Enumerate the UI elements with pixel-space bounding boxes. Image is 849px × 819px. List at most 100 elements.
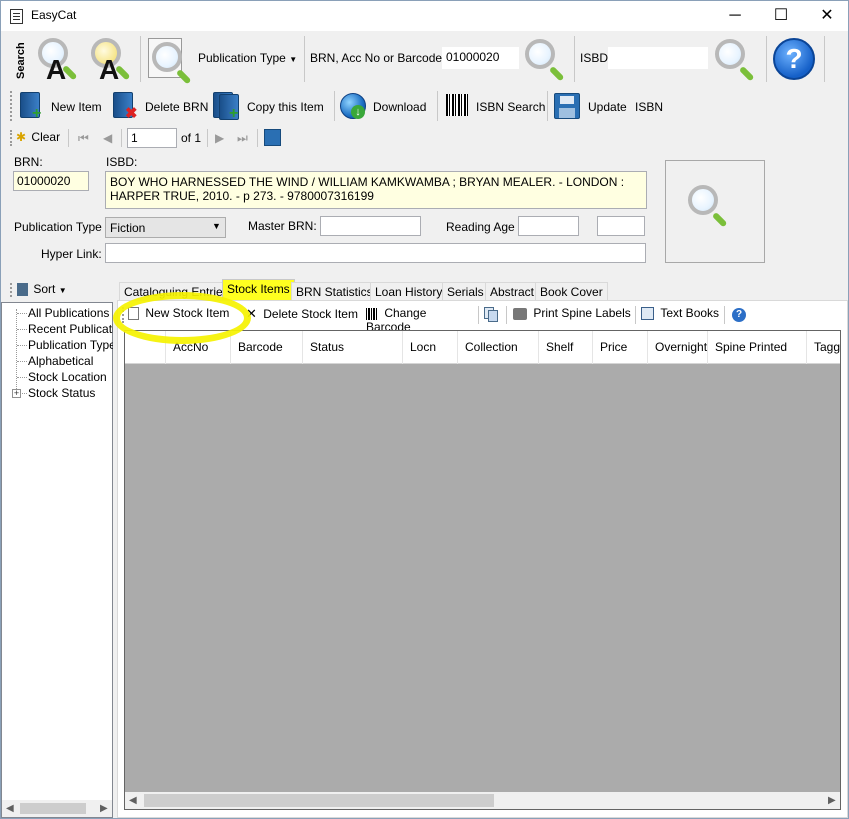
brn-search-icon[interactable] (523, 37, 569, 83)
column-header-price[interactable]: Price (593, 331, 648, 364)
download-label: Download (373, 100, 427, 114)
isbn-search-button[interactable]: ISBN Search (444, 90, 546, 122)
search-by-author-icon[interactable]: A (89, 36, 133, 85)
delete-brn-button[interactable]: ✖ Delete BRN (111, 90, 208, 122)
previous-record-icon[interactable]: ◀ (103, 131, 112, 145)
isbd-search-label: ISBD (580, 51, 609, 65)
toolbar-separator (824, 36, 825, 82)
next-record-icon[interactable]: ▶ (215, 131, 224, 145)
search-vertical-label: Search (15, 42, 27, 79)
master-brn-label: Master BRN: (248, 219, 317, 233)
letter-a-icon: A (46, 54, 67, 85)
record-position-input[interactable]: 1 (127, 128, 177, 148)
download-button[interactable]: ↓ Download (339, 90, 433, 122)
tab-loan-history[interactable]: Loan History (370, 282, 448, 300)
publication-type-select[interactable]: Fiction ▼ (105, 217, 226, 238)
column-header-locn[interactable]: Locn (403, 331, 458, 364)
tree-item-publication-types[interactable]: Publication Types (28, 338, 113, 352)
search-by-title-icon[interactable]: A (36, 36, 80, 85)
save-icon[interactable] (264, 129, 281, 146)
column-header-overnight[interactable]: Overnight (648, 331, 708, 364)
scroll-thumb[interactable] (20, 803, 86, 814)
sort-icon (17, 283, 28, 297)
expand-stock-status-icon[interactable]: + (12, 389, 21, 398)
tree-item-stock-location[interactable]: Stock Location (28, 370, 107, 384)
search-page-icon[interactable] (146, 36, 192, 85)
toolbar-separator (437, 91, 438, 121)
update-button[interactable]: Update (553, 90, 633, 122)
tree-item-alphabetical[interactable]: Alphabetical (28, 354, 93, 368)
brn-search-input[interactable]: 01000020 (442, 47, 519, 69)
tree-horizontal-scrollbar[interactable]: ◀ ▶ (2, 800, 112, 817)
letter-a-icon: A (99, 54, 120, 85)
maximize-button[interactable]: ☐ (758, 1, 804, 31)
grid-horizontal-scrollbar[interactable]: ◀ ▶ (125, 792, 840, 809)
column-header-select[interactable] (125, 331, 166, 364)
print-spine-labels-button[interactable]: Print Spine Labels (513, 306, 631, 324)
clear-label: Clear (31, 130, 61, 144)
delete-stock-item-button[interactable]: ✕ Delete Stock Item (246, 306, 358, 324)
toolbar-separator (724, 306, 725, 324)
column-header-accno[interactable]: AccNo (166, 331, 231, 364)
first-record-icon[interactable]: ⏮ (78, 131, 89, 146)
search-toolbar: Search A A Publication Type ▼ BRN, Acc N… (1, 31, 848, 85)
scroll-thumb[interactable] (144, 794, 494, 807)
copy-icon[interactable] (484, 307, 500, 323)
scroll-left-icon[interactable]: ◀ (6, 803, 14, 814)
column-header-spine-printed[interactable]: Spine Printed (708, 331, 807, 364)
book-cover-preview[interactable] (665, 160, 765, 263)
tab-brn-statistics[interactable]: BRN Statistics (291, 282, 378, 300)
publication-type-value: Fiction (110, 221, 146, 235)
tab-stock-items[interactable]: Stock Items (222, 279, 295, 300)
main-toolbar: + New Item ✖ Delete BRN + Copy this Item… (1, 86, 848, 126)
scroll-right-icon[interactable]: ▶ (100, 803, 108, 814)
stock-items-grid[interactable]: AccNo Barcode Status Locn Collection She… (124, 330, 841, 810)
text-books-label: Text Books (660, 306, 720, 320)
new-stock-item-label: New Stock Item (145, 306, 230, 320)
tree-item-stock-status[interactable]: Stock Status (28, 386, 95, 400)
save-disk-icon (553, 92, 580, 120)
publication-type-field-label: Publication Type (14, 220, 102, 234)
copy-item-label: Copy this Item (247, 100, 324, 114)
text-books-button[interactable]: Text Books (641, 306, 721, 324)
change-barcode-button[interactable]: Change Barcode (366, 306, 474, 334)
column-header-shelf[interactable]: Shelf (539, 331, 593, 364)
close-button[interactable]: ✕ (804, 1, 849, 31)
tab-cataloguing-entries[interactable]: Cataloguing Entries (119, 282, 234, 300)
scroll-right-icon[interactable]: ▶ (828, 795, 836, 806)
reading-age-from-input[interactable] (518, 216, 579, 236)
stock-help-icon[interactable]: ? (732, 308, 746, 322)
sort-dropdown[interactable]: Sort ▼ (17, 282, 72, 298)
tree-item-recent-publications[interactable]: Recent Publications (28, 322, 113, 336)
copy-book-icon: + (211, 92, 239, 122)
column-header-barcode[interactable]: Barcode (231, 331, 303, 364)
help-icon[interactable]: ? (773, 38, 815, 80)
isbd-search-icon[interactable] (713, 37, 759, 83)
reading-age-to-input[interactable] (597, 216, 645, 236)
new-item-button[interactable]: + New Item (18, 90, 108, 122)
tab-serials[interactable]: Serials (442, 282, 489, 300)
column-header-collection[interactable]: Collection (458, 331, 539, 364)
navigation-toolbar: ✱ Clear ⏮ ◀ 1 of 1 ▶ ⏭ (1, 126, 848, 150)
tab-abstract[interactable]: Abstract (485, 282, 540, 300)
app-window: EasyCat ─ ☐ ✕ Search A A Publication Typ… (0, 0, 849, 819)
last-record-icon[interactable]: ⏭ (237, 131, 248, 146)
master-brn-input[interactable] (320, 216, 421, 236)
scroll-left-icon[interactable]: ◀ (129, 795, 137, 806)
tree-connector (17, 313, 27, 314)
column-header-tagged[interactable]: Tagged (807, 331, 840, 364)
isbd-field[interactable]: BOY WHO HARNESSED THE WIND / WILLIAM KAM… (105, 171, 647, 209)
new-stock-item-button[interactable]: New Stock Item (128, 306, 240, 324)
column-header-status[interactable]: Status (303, 331, 403, 364)
tree-item-all-publications[interactable]: All Publications (28, 306, 109, 320)
minimize-button[interactable]: ─ (712, 1, 758, 31)
isbd-search-input[interactable] (608, 47, 708, 69)
copy-item-button[interactable]: + Copy this Item (211, 90, 329, 122)
publication-type-dropdown[interactable]: Publication Type ▼ (198, 51, 297, 65)
brn-field[interactable]: 01000020 (13, 171, 89, 191)
chevron-down-icon: ▼ (58, 286, 67, 295)
hyperlink-input[interactable] (105, 243, 646, 263)
toolbar-separator (478, 306, 479, 324)
clear-button[interactable]: ✱ Clear (16, 130, 64, 146)
tab-book-cover[interactable]: Book Cover (535, 282, 608, 300)
